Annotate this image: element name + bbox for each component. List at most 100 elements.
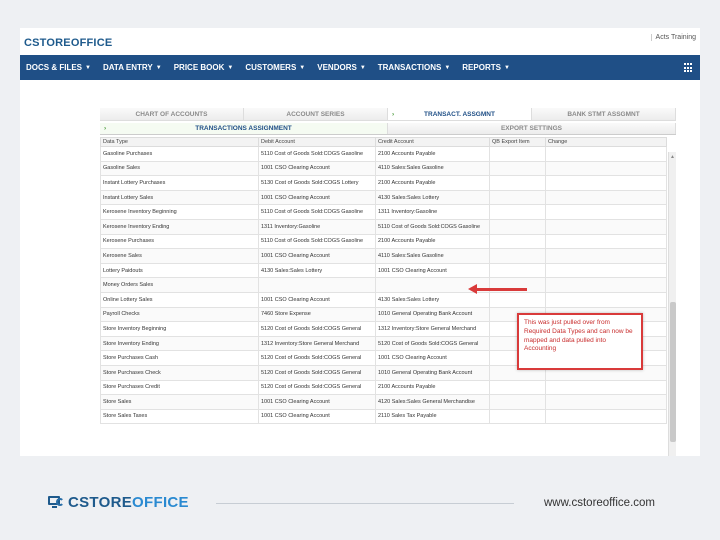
table-cell <box>489 394 546 410</box>
table-row[interactable]: Kerosene Inventory Ending 1311 Inventory:… <box>100 218 667 235</box>
table-cell <box>489 146 546 162</box>
apps-grid-icon[interactable] <box>684 63 694 73</box>
table-cell: Store Inventory Ending <box>100 335 259 352</box>
table-row[interactable]: Kerosene Purchases 5110 Cost of Goods Sol… <box>100 233 667 250</box>
table-cell <box>545 262 667 279</box>
table-cell <box>489 262 546 279</box>
table-row[interactable]: Money Orders Sales <box>100 277 667 293</box>
column-header[interactable]: Data Type <box>100 137 259 147</box>
table-cell <box>489 160 546 177</box>
tabs-secondary: › TRANSACTIONS ASSIGNMENT EXPORT SETTINGS <box>100 123 676 135</box>
annotation-arrow <box>475 288 527 291</box>
logo-text: CSTOREOFFICE <box>24 37 113 49</box>
brand-part2: OFFICE <box>132 494 189 511</box>
table-cell <box>545 379 667 396</box>
nav-label: TRANSACTIONS <box>377 63 442 72</box>
table-row[interactable]: Kerosene Sales 1001 CSO Clearing Account 4… <box>100 248 667 264</box>
table-cell: 4110 Sales:Sales Gasoline <box>375 160 490 177</box>
table-cell <box>545 218 667 235</box>
table-cell: 5120 Cost of Goods Sold:COGS General <box>258 350 376 366</box>
table-cell: 1001 CSO Clearing Account <box>375 262 490 279</box>
table-cell: 2100 Accounts Payable <box>375 175 490 191</box>
scroll-thumb[interactable] <box>670 302 676 442</box>
table-cell <box>545 291 667 308</box>
tab-bank-stmt-assgmnt[interactable]: BANK STMT ASSGMNT <box>532 108 676 120</box>
nav-docs-files[interactable]: DOCS & FILES ▼ <box>20 55 97 80</box>
table-cell <box>545 233 667 250</box>
table-row[interactable]: Kerosene Inventory Beginning 5110 Cost of… <box>100 204 667 220</box>
vertical-scrollbar[interactable]: ▲ <box>668 152 676 456</box>
table-cell <box>489 233 546 250</box>
nav-label: CUSTOMERS <box>245 63 297 72</box>
table-cell: 5120 Cost of Goods Sold:COGS General <box>258 364 376 381</box>
user-info[interactable]: Acts Training <box>650 34 696 41</box>
table-row[interactable]: Gasoline Purchases 5110 Cost of Goods Sol… <box>100 146 667 162</box>
tab-transactions-assignment[interactable]: › TRANSACTIONS ASSIGNMENT <box>100 123 388 134</box>
table-cell: 5120 Cost of Goods Sold:COGS General <box>258 321 376 337</box>
table-cell <box>489 379 546 396</box>
nav-label: REPORTS <box>462 63 501 72</box>
table-cell <box>489 248 546 264</box>
chevron-down-icon: ▼ <box>227 64 234 71</box>
table-cell <box>258 277 376 293</box>
scroll-up-icon[interactable]: ▲ <box>670 154 675 160</box>
monitor-logo-icon <box>48 495 64 510</box>
table-cell: Kerosene Sales <box>100 248 259 264</box>
assignment-panel: CHART OF ACCOUNTS ACCOUNT SERIES › TRANSA… <box>100 108 676 456</box>
column-header[interactable]: Change <box>545 137 667 147</box>
column-header[interactable]: QB Export Item <box>489 137 546 147</box>
tab-account-series[interactable]: ACCOUNT SERIES <box>244 108 388 120</box>
tab-transact-assgmnt[interactable]: › TRANSACT. ASSGMNT <box>388 108 532 120</box>
table-row[interactable]: Store Purchases Credit 5120 Cost of Goods… <box>100 379 667 396</box>
table-cell <box>489 218 546 235</box>
chevron-down-icon: ▼ <box>503 64 510 71</box>
table-cell: Kerosene Inventory Beginning <box>100 204 259 220</box>
column-header[interactable]: Debit Account <box>258 137 376 147</box>
table-row[interactable]: Instant Lottery Purchases 5130 Cost of Go… <box>100 175 667 191</box>
table-cell: Store Purchases Cash <box>100 350 259 366</box>
app-logo[interactable]: CSTOREOFFICE <box>24 37 112 49</box>
table-cell <box>545 146 667 162</box>
tab-label: TRANSACTIONS ASSIGNMENT <box>195 125 292 132</box>
chevron-down-icon: ▼ <box>299 64 306 71</box>
nav-price-book[interactable]: PRICE BOOK ▼ <box>168 55 240 80</box>
table-cell <box>489 291 546 308</box>
tab-export-settings[interactable]: EXPORT SETTINGS <box>388 123 676 134</box>
table-cell: Store Inventory Beginning <box>100 321 259 337</box>
table-cell: Store Sales <box>100 394 259 410</box>
table-cell: Instant Lottery Purchases <box>100 175 259 191</box>
table-cell <box>489 408 546 425</box>
table-cell: 4130 Sales:Sales Lottery <box>375 189 490 206</box>
table-cell: 4120 Sales:Sales General Merchandise <box>375 394 490 410</box>
table-cell: 1001 CSO Clearing Account <box>258 160 376 177</box>
table-body: Gasoline Purchases 5110 Cost of Goods Sol… <box>100 146 667 425</box>
table-row[interactable]: Lottery Paidouts 4130 Sales:Sales Lottery… <box>100 262 667 279</box>
table-cell: 4130 Sales:Sales Lottery <box>258 262 376 279</box>
top-strip: CSTOREOFFICE Acts Training <box>20 28 700 55</box>
table-cell: 5110 Cost of Goods Sold:COGS Gasoline <box>258 233 376 250</box>
column-header[interactable]: Credit Account <box>375 137 490 147</box>
table-row[interactable]: Gasoline Sales 1001 CSO Clearing Account 4… <box>100 160 667 177</box>
tab-chart-of-accounts[interactable]: CHART OF ACCOUNTS <box>100 108 244 120</box>
table-cell: 5110 Cost of Goods Sold:COGS Gasoline <box>375 218 490 235</box>
footer-brand: CSTOREOFFICE <box>68 494 189 511</box>
table-cell: 1311 Inventory:Gasoline <box>375 204 490 220</box>
nav-label: DOCS & FILES <box>26 63 83 72</box>
table-row[interactable]: Online Lottery Sales 1001 CSO Clearing Ac… <box>100 291 667 308</box>
nav-data-entry[interactable]: DATA ENTRY ▼ <box>97 55 168 80</box>
table-cell: Lottery Paidouts <box>100 262 259 279</box>
table-row[interactable]: Store Sales Taxes 1001 CSO Clearing Accou… <box>100 408 667 425</box>
main-navbar: DOCS & FILES ▼ DATA ENTRY ▼ PRICE BOOK ▼ CU… <box>20 55 700 80</box>
table-cell: Kerosene Inventory Ending <box>100 218 259 235</box>
table-cell: Store Purchases Check <box>100 364 259 381</box>
nav-customers[interactable]: CUSTOMERS ▼ <box>239 55 311 80</box>
table-cell: Instant Lottery Sales <box>100 189 259 206</box>
nav-transactions[interactable]: TRANSACTIONS ▼ <box>372 55 457 80</box>
nav-reports[interactable]: REPORTS ▼ <box>456 55 516 80</box>
table-row[interactable]: Store Sales 1001 CSO Clearing Account 4120… <box>100 394 667 410</box>
nav-vendors[interactable]: VENDORS ▼ <box>311 55 372 80</box>
footer-logo: CSTOREOFFICE <box>48 494 189 511</box>
table-row[interactable]: Instant Lottery Sales 1001 CSO Clearing A… <box>100 189 667 206</box>
table-cell: 2100 Accounts Payable <box>375 146 490 162</box>
table-cell <box>489 204 546 220</box>
